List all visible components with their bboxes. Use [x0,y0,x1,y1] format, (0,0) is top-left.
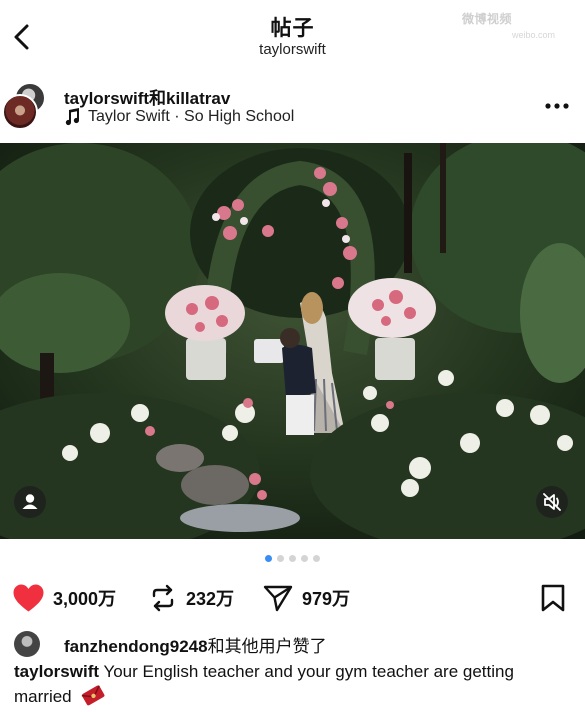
pager-dot-1[interactable] [265,555,272,562]
page-subtitle: taylorswift [259,41,326,58]
repost-icon [152,584,174,612]
mute-button[interactable] [536,486,568,518]
tagged-users-button[interactable] [14,486,46,518]
share-button[interactable]: 979万 [262,578,350,618]
pager-dot-4[interactable] [301,555,308,562]
post-authors[interactable]: taylorswift和killatrav [64,84,230,109]
heart-icon [13,584,44,612]
liked-by-line[interactable]: fanzhendong9248和其他用户赞了 [14,631,327,657]
share-count: 979万 [302,589,351,609]
repost-count: 232万 [186,589,235,609]
love-letter-icon [82,685,105,706]
music-line[interactable]: Taylor Swift · So High School [64,108,294,126]
caption-username[interactable]: taylorswift [14,662,99,681]
post-author-row: taylorswift和killatrav Taylor Swift · So … [0,76,585,138]
action-bar: 3,000万 232万 979万 [0,578,585,618]
send-icon [263,585,293,612]
post-photo[interactable] [0,143,585,539]
repost-button[interactable]: 232万 [148,578,234,618]
top-bar: 帖子 taylorswift 微博视频 weibo.com [0,0,585,72]
garden-photo [0,143,585,539]
music-title: Taylor Swift · So High School [88,108,295,125]
muted-speaker-icon [543,493,561,511]
avatar-primary [2,94,38,130]
like-count: 3,000万 [53,589,117,609]
like-button[interactable]: 3,000万 [12,578,116,618]
author-avatars[interactable] [2,82,48,130]
liker-avatars [14,631,58,657]
more-dots-icon[interactable] [544,96,570,116]
user-icon [22,494,38,509]
liked-by-suffix: 和其他用户赞了 [207,636,327,656]
pager-dot-5[interactable] [313,555,320,562]
liker-avatar [14,631,40,657]
liker-username[interactable]: fanzhendong9248 [64,637,208,656]
post-caption: taylorswift Your English teacher and you… [14,660,574,709]
watermark: 微博视频 [462,12,513,26]
pager-dot-3[interactable] [289,555,296,562]
music-note-icon [65,108,80,126]
liked-by-text: fanzhendong9248和其他用户赞了 [64,632,327,657]
carousel-pager [0,555,585,565]
bookmark-icon[interactable] [540,584,566,612]
pager-dot-2[interactable] [277,555,284,562]
watermark-sub: weibo.com [512,30,556,40]
